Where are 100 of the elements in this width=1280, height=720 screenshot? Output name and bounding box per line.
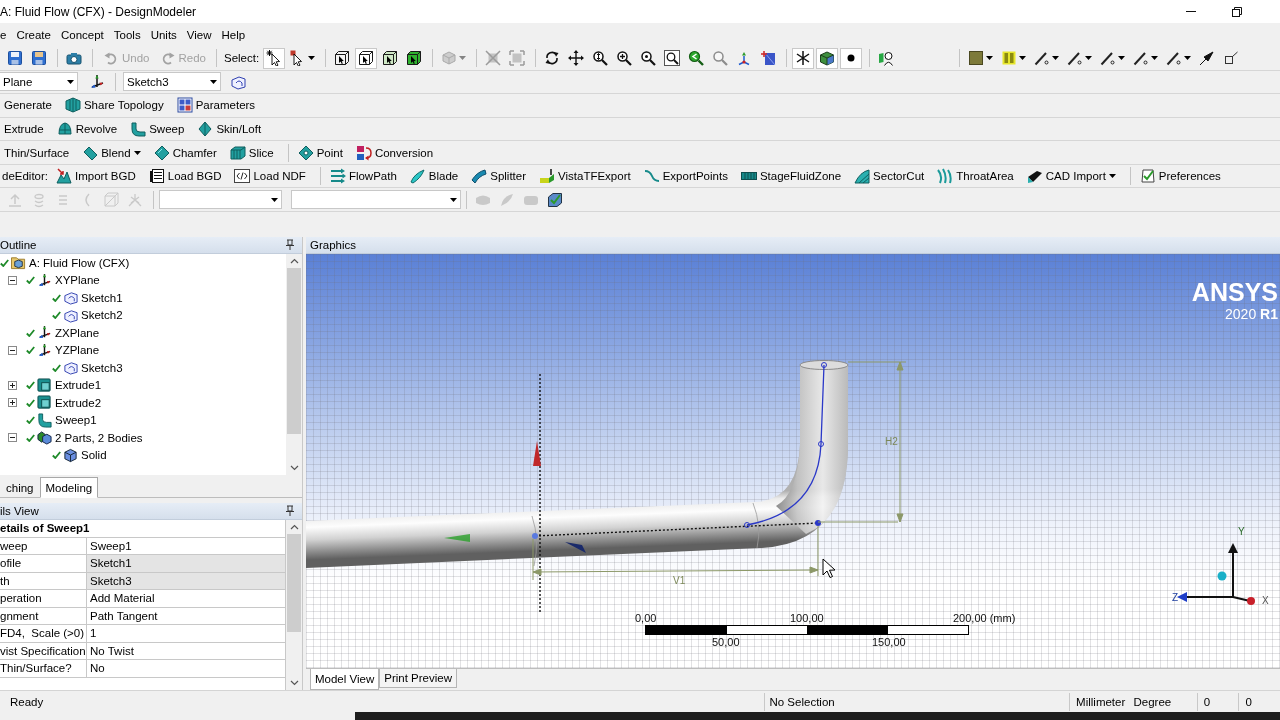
- pin-icon: [284, 505, 296, 517]
- toolbar-button[interactable]: Load NDF: [230, 165, 310, 187]
- property-value-cell[interactable]: No Twist: [87, 642, 285, 660]
- tree-item[interactable]: Extrude1: [26, 376, 104, 394]
- toolbar-button[interactable]: Sweep: [126, 118, 189, 140]
- status-field: 0: [1196, 692, 1239, 711]
- toolbar-button[interactable]: Conversion: [351, 142, 438, 164]
- menu-item[interactable]: Units: [145, 27, 182, 43]
- scroll-thumb[interactable]: [287, 268, 301, 434]
- zoom-icon: [640, 50, 657, 67]
- scroll-thumb[interactable]: [287, 534, 301, 632]
- chevron-down-icon: [289, 680, 299, 686]
- scale-label: 200,00 (mm): [953, 612, 1016, 624]
- dot-button[interactable]: [840, 47, 863, 69]
- menu-item[interactable]: Concept: [55, 27, 109, 43]
- toolbar-button[interactable]: Point: [293, 142, 347, 164]
- menu-item[interactable]: Help: [216, 27, 251, 43]
- panel-title: ils View: [0, 505, 40, 517]
- toolbar-button[interactable]: CAD Import: [1022, 165, 1120, 187]
- cube-button[interactable]: [816, 47, 839, 69]
- toolbar-button[interactable]: StageFluidZone: [736, 165, 846, 187]
- tab[interactable]: Print Preview: [379, 669, 457, 688]
- toolbar-button[interactable]: Chamfer: [149, 142, 221, 164]
- tree-item[interactable]: Solid: [52, 446, 109, 464]
- tree-item[interactable]: A: Fluid Flow (CFX): [0, 254, 132, 272]
- property-value-cell[interactable]: 1: [87, 625, 285, 643]
- asterisk-button[interactable]: [792, 47, 815, 69]
- scrollbar[interactable]: [286, 520, 302, 690]
- folder-icon: [11, 255, 26, 271]
- property-value-cell[interactable]: Add Material: [87, 590, 285, 608]
- tree-item[interactable]: Sketch1: [52, 289, 125, 307]
- toolbar-button[interactable]: FlowPath: [325, 165, 401, 187]
- unit-label: Millimeter: [1069, 692, 1128, 711]
- toolbar-button[interactable]: Parameters: [172, 94, 260, 116]
- toolbar-button[interactable]: VistaTFExport: [535, 165, 635, 187]
- pointer-button[interactable]: [263, 47, 286, 69]
- property-value-cell[interactable]: Sketch1: [87, 555, 285, 573]
- toolbar-button[interactable]: Load BGD: [144, 165, 226, 187]
- details-heading: etails of Sweep1: [0, 520, 285, 538]
- caret-icon: [1108, 174, 1116, 179]
- status-field: 0: [1238, 692, 1280, 711]
- scale-label: 150,00: [872, 636, 906, 648]
- caret-icon: [1019, 56, 1026, 61]
- toolbar-button[interactable]: SectorCut: [850, 165, 929, 187]
- cube-icon: [63, 447, 78, 463]
- toolbar-button[interactable]: ThroatArea: [933, 165, 1018, 187]
- ribbed-block-icon: [64, 97, 81, 114]
- menu-item[interactable]: View: [181, 27, 217, 43]
- toolbar-button[interactable]: Share Topology: [60, 94, 168, 116]
- minimize-icon: [1186, 11, 1196, 12]
- dropdown-field[interactable]: [159, 190, 282, 210]
- tree-item[interactable]: Extrude2: [26, 394, 104, 412]
- toolbar-button[interactable]: Import BGD: [52, 165, 140, 187]
- property-value-cell[interactable]: Path Tangent: [87, 607, 285, 625]
- tree-item[interactable]: Sketch3: [52, 359, 125, 377]
- tree-item[interactable]: Sketch2: [52, 306, 125, 324]
- toolbar-button[interactable]: Slice: [225, 142, 278, 164]
- toolbar-button[interactable]: Skin/Loft: [193, 118, 266, 140]
- square-line-icon: [1223, 50, 1239, 67]
- scrollbar[interactable]: [286, 254, 302, 475]
- tab[interactable]: Model View: [310, 669, 380, 690]
- toolbar-button[interactable]: ExportPoints: [639, 165, 732, 187]
- diamond-icon: [82, 144, 99, 161]
- caret-icon: [210, 79, 217, 84]
- tree-item[interactable]: YZPlane: [26, 341, 102, 359]
- menu-item[interactable]: Create: [11, 27, 56, 43]
- wedge-icon: [1026, 168, 1043, 185]
- arrow-icon: [444, 534, 470, 542]
- tree-item[interactable]: Sweep1: [26, 411, 99, 429]
- tree-item[interactable]: ZXPlane: [26, 324, 102, 342]
- cube-button[interactable]: [355, 47, 378, 69]
- panel-title: Graphics: [310, 239, 358, 251]
- squares-arrow-icon: [355, 144, 372, 161]
- plane-dropdown[interactable]: Plane: [0, 72, 78, 92]
- tree-item[interactable]: 2 Parts, 2 Bodies: [26, 429, 145, 447]
- toolbar-button[interactable]: Thin/Surface: [0, 142, 74, 164]
- toolbar-button[interactable]: Preferences: [1135, 165, 1225, 187]
- tree-item[interactable]: XYPlane: [26, 271, 102, 289]
- toolbar-button[interactable]: Blade: [405, 165, 463, 187]
- tab[interactable]: Modeling: [39, 477, 99, 498]
- toolbar-button[interactable]: Revolve: [52, 118, 122, 140]
- selection-status: No Selection: [764, 692, 1070, 711]
- square-icon: [37, 377, 52, 393]
- cube-icon: [441, 50, 458, 67]
- dropdown-field[interactable]: [291, 190, 461, 210]
- line-icon: [1034, 50, 1050, 67]
- pin-icon: [284, 239, 296, 251]
- grid-icon: [176, 97, 193, 114]
- menu-item[interactable]: e: [0, 27, 12, 43]
- tab[interactable]: ching: [0, 478, 40, 497]
- toolbar-button[interactable]: Extrude: [0, 118, 48, 140]
- toolbar-button[interactable]: Blend: [78, 142, 145, 164]
- zoom-icon: [592, 50, 609, 67]
- property-value-cell[interactable]: No: [87, 660, 285, 678]
- toolbar-button[interactable]: Splitter: [467, 165, 531, 187]
- cube-icon: [819, 50, 836, 67]
- toolbar-button[interactable]: Generate: [0, 94, 56, 116]
- sketch-dropdown[interactable]: Sketch3: [123, 72, 221, 92]
- menu-item[interactable]: Tools: [108, 27, 146, 43]
- person-icon: [878, 50, 895, 67]
